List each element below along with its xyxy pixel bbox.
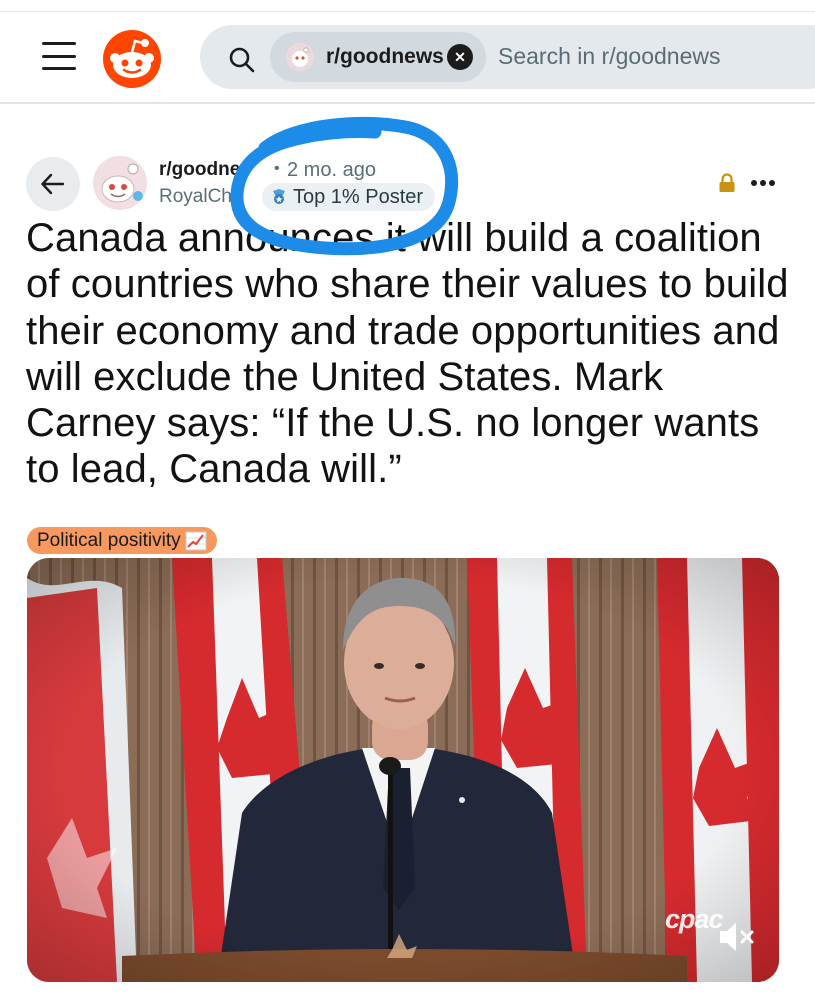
post-video[interactable]: cpac	[27, 558, 779, 982]
back-arrow-icon	[41, 173, 65, 195]
more-icon[interactable]	[750, 178, 776, 188]
flair-label: Political positivity	[37, 529, 181, 551]
mute-icon[interactable]	[717, 920, 757, 954]
menu-button[interactable]	[42, 42, 76, 70]
search-scope-label: r/goodnews	[326, 45, 444, 68]
broadcaster-watermark: cpac	[665, 904, 724, 934]
back-button[interactable]	[26, 157, 80, 211]
chart-increasing-icon	[185, 531, 207, 550]
meta-separator: •	[274, 160, 280, 177]
status-bar-area	[0, 0, 815, 12]
post-title[interactable]: Canada announces it will build a coaliti…	[26, 215, 796, 493]
menu-icon-bar	[42, 42, 76, 45]
search-icon[interactable]	[228, 46, 256, 74]
top-app-bar: r/goodnews ✕	[0, 12, 815, 104]
post-flair[interactable]: Political positivity	[27, 527, 217, 554]
subreddit-name-link[interactable]: r/goodnews	[159, 159, 247, 181]
search-input[interactable]	[498, 36, 798, 76]
user-achievement-badge[interactable]: Top 1% Poster	[262, 183, 436, 211]
achievement-badge-icon	[273, 189, 285, 204]
menu-icon-bar	[42, 67, 76, 70]
close-icon[interactable]: ✕	[447, 44, 473, 70]
post-age: 2 mo. ago	[287, 159, 376, 181]
lock-icon	[719, 173, 735, 192]
author-name-link[interactable]: RoyalCh	[159, 186, 233, 208]
menu-icon-bar	[42, 54, 76, 58]
badge-label: Top 1% Poster	[293, 185, 424, 208]
subreddit-avatar-small	[286, 43, 314, 71]
subreddit-avatar[interactable]	[93, 156, 147, 210]
reddit-logo-icon[interactable]	[103, 30, 161, 88]
